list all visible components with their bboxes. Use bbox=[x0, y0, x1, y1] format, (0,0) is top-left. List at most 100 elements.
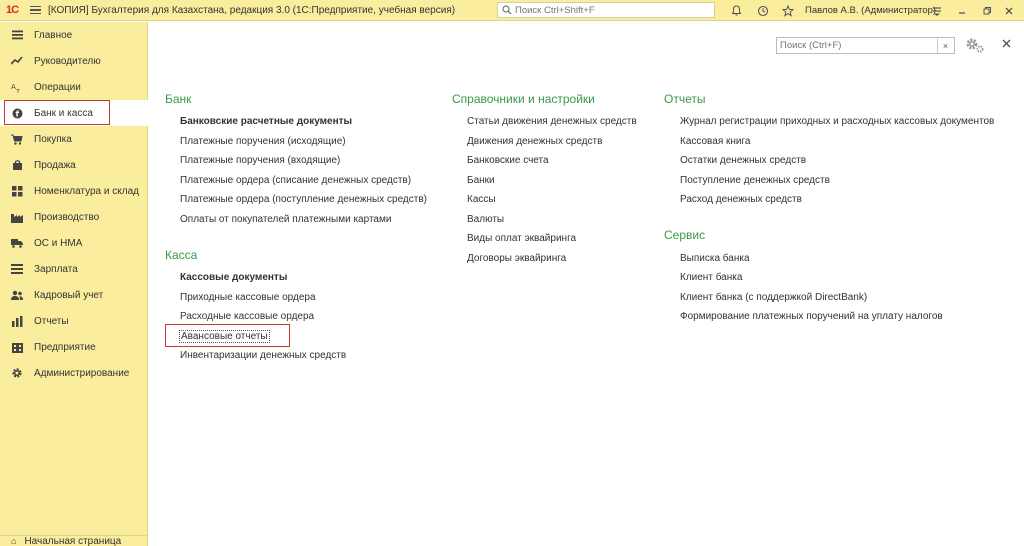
sidebar-home-page[interactable]: ⌂ Начальная страница bbox=[0, 535, 148, 546]
link-currencies[interactable]: Валюты bbox=[467, 214, 504, 225]
panel-search[interactable]: × bbox=[776, 37, 955, 54]
link-acquiring-payment-types[interactable]: Виды оплат эквайринга bbox=[467, 233, 576, 244]
svg-text:т: т bbox=[16, 87, 20, 93]
svg-text:f: f bbox=[15, 109, 19, 118]
panel-settings-icon[interactable] bbox=[964, 36, 986, 54]
section-title-bank: Банк bbox=[165, 92, 192, 106]
sidebar-item-label: Операции bbox=[34, 81, 81, 93]
link-tax-payment-orders[interactable]: Формирование платежных поручений на упла… bbox=[680, 311, 943, 322]
bell-icon[interactable] bbox=[727, 0, 745, 21]
salary-icon bbox=[11, 263, 23, 275]
sidebar-item-label: Зарплата bbox=[34, 263, 78, 275]
link-acquiring-contracts[interactable]: Договоры эквайринга bbox=[467, 253, 566, 264]
link-bank-statement[interactable]: Выписка банка bbox=[680, 253, 750, 264]
sidebar-item-administration[interactable]: Администрирование bbox=[0, 360, 148, 386]
sidebar-item-purchase[interactable]: Покупка bbox=[0, 126, 148, 152]
sidebar-item-reports[interactable]: Отчеты bbox=[0, 308, 148, 334]
bank-coin-icon: f bbox=[11, 107, 23, 119]
close-icon[interactable] bbox=[999, 36, 1013, 50]
sections-panel: Главное Руководителю Aт Операции f Банк … bbox=[0, 22, 148, 546]
sidebar-item-bank-cash[interactable]: f Банк и касса bbox=[0, 100, 148, 126]
sale-icon bbox=[11, 159, 23, 171]
link-bank-documents[interactable]: Банковские расчетные документы bbox=[180, 116, 352, 127]
operations-icon: Aт bbox=[11, 81, 23, 93]
chart-icon bbox=[11, 315, 23, 327]
link-cash-book[interactable]: Кассовая книга bbox=[680, 136, 751, 147]
star-icon[interactable] bbox=[779, 0, 797, 21]
link-card-payments[interactable]: Оплаты от покупателей платежными картами bbox=[180, 214, 391, 225]
section-title-service: Сервис bbox=[664, 228, 706, 242]
link-cash-outflow[interactable]: Расход денежных средств bbox=[680, 194, 802, 205]
section-title-reports: Отчеты bbox=[664, 92, 706, 106]
sidebar-item-label: Продажа bbox=[34, 159, 76, 171]
sidebar-item-fixed-assets[interactable]: ОС и НМА bbox=[0, 230, 148, 256]
link-cash-inventory[interactable]: Инвентаризации денежных средств bbox=[180, 350, 346, 361]
main-menu-icon[interactable] bbox=[24, 0, 46, 21]
logo-1c-icon: 1С bbox=[5, 4, 19, 16]
link-cash-expense-orders[interactable]: Расходные кассовые ордера bbox=[180, 311, 314, 322]
global-search[interactable] bbox=[497, 2, 715, 18]
sidebar-item-manager[interactable]: Руководителю bbox=[0, 48, 148, 74]
trend-icon bbox=[11, 55, 23, 67]
link-payment-orders-outgoing[interactable]: Платежные поручения (исходящие) bbox=[180, 136, 346, 147]
sidebar-item-sale[interactable]: Продажа bbox=[0, 152, 148, 178]
link-cash-desks[interactable]: Кассы bbox=[467, 194, 496, 205]
building-icon bbox=[11, 341, 23, 353]
app-logo[interactable]: 1С bbox=[0, 0, 24, 21]
clear-search-icon[interactable]: × bbox=[937, 38, 953, 53]
sidebar-item-label: Покупка bbox=[34, 133, 72, 145]
title-bar: 1С [КОПИЯ] Бухгалтерия для Казахстана, р… bbox=[0, 0, 1024, 21]
sidebar-item-label: Банк и касса bbox=[34, 107, 93, 119]
link-payment-orders-incoming[interactable]: Платежные поручения (входящие) bbox=[180, 155, 340, 166]
restore-icon[interactable] bbox=[978, 0, 996, 21]
sidebar-item-nomenclature[interactable]: Номенклатура и склад bbox=[0, 178, 148, 204]
section-title-cash: Касса bbox=[165, 248, 198, 262]
sidebar-item-main[interactable]: Главное bbox=[0, 22, 148, 48]
sidebar-item-label: Главное bbox=[34, 29, 73, 41]
sidebar-item-label: ОС и НМА bbox=[34, 237, 83, 249]
link-cash-documents[interactable]: Кассовые документы bbox=[180, 272, 287, 283]
link-bank-client[interactable]: Клиент банка bbox=[680, 272, 742, 283]
truck-icon bbox=[11, 237, 23, 249]
link-payment-orders-receipt[interactable]: Платежные ордера (поступление денежных с… bbox=[180, 194, 427, 205]
link-banks[interactable]: Банки bbox=[467, 175, 495, 186]
sidebar-item-label: Кадровый учет bbox=[34, 289, 104, 301]
global-search-input[interactable] bbox=[515, 4, 705, 16]
gear-icon bbox=[11, 367, 23, 379]
link-cashflow-movements[interactable]: Движения денежных средств bbox=[467, 136, 602, 147]
sidebar-item-production[interactable]: Производство bbox=[0, 204, 148, 230]
link-bank-accounts[interactable]: Банковские счета bbox=[467, 155, 549, 166]
link-bank-client-directbank[interactable]: Клиент банка (с поддержкой DirectBank) bbox=[680, 292, 867, 303]
factory-icon bbox=[11, 211, 23, 223]
sidebar-item-hr[interactable]: Кадровый учет bbox=[0, 282, 148, 308]
search-icon bbox=[502, 5, 512, 15]
link-cash-receipt-orders[interactable]: Приходные кассовые ордера bbox=[180, 292, 316, 303]
close-window-icon[interactable] bbox=[1000, 0, 1018, 21]
grid-icon bbox=[11, 185, 23, 197]
sidebar-item-enterprise[interactable]: Предприятие bbox=[0, 334, 148, 360]
history-icon[interactable] bbox=[754, 0, 772, 21]
sidebar-item-salary[interactable]: Зарплата bbox=[0, 256, 148, 282]
home-page-label: Начальная страница bbox=[24, 536, 122, 546]
people-icon bbox=[11, 289, 23, 301]
menu-lines-icon bbox=[11, 29, 23, 41]
home-icon: ⌂ bbox=[11, 536, 17, 546]
cart-icon bbox=[11, 133, 23, 145]
settings-menu-icon[interactable] bbox=[928, 0, 946, 21]
app-title: [КОПИЯ] Бухгалтерия для Казахстана, реда… bbox=[48, 4, 456, 16]
sidebar-item-label: Отчеты bbox=[34, 315, 69, 327]
link-advance-reports[interactable]: Авансовые отчеты bbox=[179, 330, 270, 343]
minimize-icon[interactable] bbox=[953, 0, 971, 21]
panel-search-input[interactable] bbox=[777, 40, 937, 51]
sidebar-item-label: Администрирование bbox=[34, 367, 130, 379]
current-user[interactable]: Павлов А.В. (Администратор) bbox=[805, 0, 936, 21]
link-cashflow-items[interactable]: Статьи движения денежных средств bbox=[467, 116, 637, 127]
link-cash-inflow[interactable]: Поступление денежных средств bbox=[680, 175, 830, 186]
sidebar-item-label: Номенклатура и склад bbox=[34, 185, 139, 197]
link-payment-orders-write-off[interactable]: Платежные ордера (списание денежных сред… bbox=[180, 175, 411, 186]
link-cash-journal[interactable]: Журнал регистрации приходных и расходных… bbox=[680, 116, 994, 127]
sidebar-item-label: Производство bbox=[34, 211, 100, 223]
sidebar-item-operations[interactable]: Aт Операции bbox=[0, 74, 148, 100]
link-cash-balances[interactable]: Остатки денежных средств bbox=[680, 155, 806, 166]
section-title-references: Справочники и настройки bbox=[452, 92, 595, 106]
